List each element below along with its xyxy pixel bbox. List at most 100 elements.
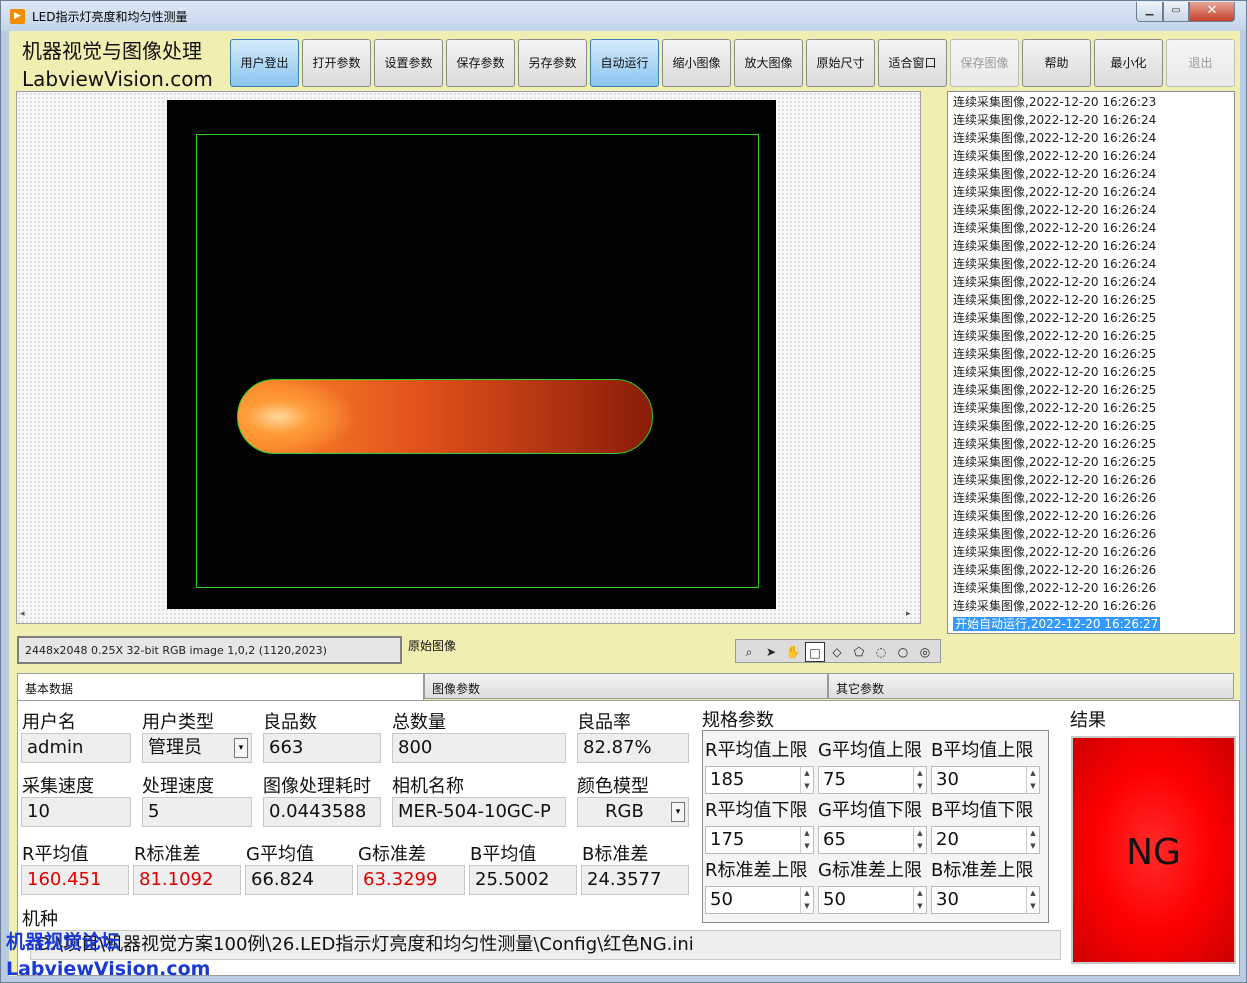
color-model-select[interactable]: RGB ▾: [577, 797, 689, 827]
log-entry[interactable]: 连续采集图像,2022-12-20 16:26:24: [948, 111, 1234, 129]
tab-image-params[interactable]: 图像参数: [424, 673, 828, 699]
spinner-arrows-icon[interactable]: ▲ ▼: [800, 827, 813, 853]
log-entry[interactable]: 连续采集图像,2022-12-20 16:26:25: [948, 381, 1234, 399]
open-params-button[interactable]: 打开参数: [302, 39, 371, 87]
user-type-select[interactable]: 管理员 ▾: [142, 733, 252, 763]
log-entry[interactable]: 连续采集图像,2022-12-20 16:26:26: [948, 489, 1234, 507]
log-entry[interactable]: 开始自动运行,2022-12-20 16:26:27: [948, 615, 1234, 633]
image-display[interactable]: ◂ ▸: [16, 91, 921, 624]
log-entry[interactable]: 连续采集图像,2022-12-20 16:26:24: [948, 129, 1234, 147]
save-image-button[interactable]: 保存图像: [950, 39, 1019, 87]
pan-hand-icon[interactable]: ✋: [783, 642, 803, 662]
log-entry[interactable]: 连续采集图像,2022-12-20 16:26:24: [948, 255, 1234, 273]
log-entry[interactable]: 连续采集图像,2022-12-20 16:26:25: [948, 327, 1234, 345]
username-field[interactable]: admin: [21, 733, 131, 763]
polygon-roi-icon[interactable]: ⬠: [849, 642, 869, 662]
total-count-field[interactable]: 800: [392, 733, 566, 763]
roi-rectangle[interactable]: [196, 134, 759, 588]
fit-window-button[interactable]: 适合窗口: [878, 39, 947, 87]
log-entry[interactable]: 连续采集图像,2022-12-20 16:26:25: [948, 417, 1234, 435]
tab-basic-data[interactable]: 基本数据: [17, 673, 424, 702]
log-entry[interactable]: 连续采集图像,2022-12-20 16:26:26: [948, 525, 1234, 543]
event-log-list[interactable]: 连续采集图像,2022-12-20 16:26:23 连续采集图像,2022-12…: [947, 91, 1235, 634]
log-entry[interactable]: 连续采集图像,2022-12-20 16:26:24: [948, 165, 1234, 183]
auto-run-button[interactable]: 自动运行: [590, 39, 659, 87]
tab-other-params[interactable]: 其它参数: [828, 673, 1234, 699]
spinner-arrows-icon[interactable]: ▲ ▼: [800, 887, 813, 913]
camera-image[interactable]: [167, 100, 776, 609]
r-std-field[interactable]: 81.1092: [133, 865, 241, 895]
zoom-in-image-button[interactable]: 放大图像: [734, 39, 803, 87]
r-mean-upper-spinner[interactable]: 185 ▲ ▼: [705, 766, 814, 794]
good-count-field[interactable]: 663: [263, 733, 381, 763]
log-entry[interactable]: 连续采集图像,2022-12-20 16:26:25: [948, 291, 1234, 309]
spinner-arrows-icon[interactable]: ▲ ▼: [1026, 887, 1039, 913]
minimize-app-button[interactable]: 最小化: [1094, 39, 1163, 87]
b-mean-lower-spinner[interactable]: 20 ▲ ▼: [931, 826, 1040, 854]
save-params-button[interactable]: 保存参数: [446, 39, 515, 87]
log-entry[interactable]: 连续采集图像,2022-12-20 16:26:26: [948, 597, 1234, 615]
minimize-icon[interactable]: ▁: [1136, 2, 1163, 22]
log-entry[interactable]: 连续采集图像,2022-12-20 16:26:24: [948, 183, 1234, 201]
g-mean-field[interactable]: 66.824: [245, 865, 353, 895]
log-entry[interactable]: 连续采集图像,2022-12-20 16:26:25: [948, 345, 1234, 363]
logout-button[interactable]: 用户登出: [230, 39, 299, 87]
g-std-upper-spinner[interactable]: 50 ▲ ▼: [818, 886, 927, 914]
g-std-field[interactable]: 63.3299: [357, 865, 465, 895]
r-std-upper-spinner[interactable]: 50 ▲ ▼: [705, 886, 814, 914]
r-mean-field[interactable]: 160.451: [21, 865, 129, 895]
annulus-roi-icon[interactable]: ◎: [915, 642, 935, 662]
b-std-upper-spinner[interactable]: 30 ▲ ▼: [931, 886, 1040, 914]
scroll-left-icon[interactable]: ◂: [20, 609, 25, 619]
process-time-field[interactable]: 0.0443588: [263, 797, 381, 827]
log-entry[interactable]: 连续采集图像,2022-12-20 16:26:24: [948, 219, 1234, 237]
log-entry[interactable]: 连续采集图像,2022-12-20 16:26:25: [948, 363, 1234, 381]
help-button[interactable]: 帮助: [1022, 39, 1091, 87]
zoom-out-image-button[interactable]: 缩小图像: [662, 39, 731, 87]
capture-speed-field[interactable]: 10: [21, 797, 131, 827]
original-size-button[interactable]: 原始尺寸: [806, 39, 875, 87]
log-entry[interactable]: 连续采集图像,2022-12-20 16:26:25: [948, 309, 1234, 327]
exit-button[interactable]: 退出: [1166, 39, 1235, 87]
log-entry[interactable]: 连续采集图像,2022-12-20 16:26:24: [948, 237, 1234, 255]
spinner-arrows-icon[interactable]: ▲ ▼: [913, 827, 926, 853]
g-mean-upper-spinner[interactable]: 75 ▲ ▼: [818, 766, 927, 794]
log-entry[interactable]: 连续采集图像,2022-12-20 16:26:25: [948, 399, 1234, 417]
spinner-arrows-icon[interactable]: ▲ ▼: [1026, 827, 1039, 853]
log-entry[interactable]: 连续采集图像,2022-12-20 16:26:26: [948, 543, 1234, 561]
r-mean-lower-spinner[interactable]: 175 ▲ ▼: [705, 826, 814, 854]
log-entry[interactable]: 连续采集图像,2022-12-20 16:26:26: [948, 561, 1234, 579]
scroll-right-icon[interactable]: ▸: [906, 609, 911, 619]
spinner-arrows-icon[interactable]: ▲ ▼: [913, 887, 926, 913]
log-entry[interactable]: 连续采集图像,2022-12-20 16:26:26: [948, 579, 1234, 597]
log-entry[interactable]: 连续采集图像,2022-12-20 16:26:24: [948, 273, 1234, 291]
zoom-icon[interactable]: ⌕: [739, 642, 759, 662]
log-entry[interactable]: 连续采集图像,2022-12-20 16:26:26: [948, 471, 1234, 489]
b-std-field[interactable]: 24.3577: [581, 865, 689, 895]
yield-field[interactable]: 82.87%: [577, 733, 689, 763]
b-mean-upper-spinner[interactable]: 30 ▲ ▼: [931, 766, 1040, 794]
spinner-arrows-icon[interactable]: ▲ ▼: [913, 767, 926, 793]
camera-name-field[interactable]: MER-504-10GC-P: [392, 797, 566, 827]
b-mean-field[interactable]: 25.5002: [469, 865, 577, 895]
circle-roi-icon[interactable]: ○: [893, 642, 913, 662]
freehand-roi-icon[interactable]: ◌: [871, 642, 891, 662]
dropdown-arrow-icon[interactable]: ▾: [234, 738, 248, 758]
log-entry[interactable]: 连续采集图像,2022-12-20 16:26:24: [948, 147, 1234, 165]
spinner-arrows-icon[interactable]: ▲ ▼: [800, 767, 813, 793]
g-mean-lower-spinner[interactable]: 65 ▲ ▼: [818, 826, 927, 854]
spinner-arrows-icon[interactable]: ▲ ▼: [1026, 767, 1039, 793]
log-entry[interactable]: 连续采集图像,2022-12-20 16:26:25: [948, 435, 1234, 453]
dropdown-arrow-icon[interactable]: ▾: [671, 802, 685, 822]
log-entry[interactable]: 连续采集图像,2022-12-20 16:26:23: [948, 93, 1234, 111]
maximize-icon[interactable]: ▭: [1163, 2, 1189, 22]
close-icon[interactable]: ✕: [1189, 2, 1235, 22]
save-params-as-button[interactable]: 另存参数: [518, 39, 587, 87]
rectangle-roi-icon[interactable]: □: [805, 642, 825, 662]
log-entry[interactable]: 连续采集图像,2022-12-20 16:26:26: [948, 507, 1234, 525]
log-entry[interactable]: 连续采集图像,2022-12-20 16:26:25: [948, 453, 1234, 471]
log-entry[interactable]: 连续采集图像,2022-12-20 16:26:24: [948, 201, 1234, 219]
process-speed-field[interactable]: 5: [142, 797, 252, 827]
set-params-button[interactable]: 设置参数: [374, 39, 443, 87]
rotated-rect-roi-icon[interactable]: ◇: [827, 642, 847, 662]
